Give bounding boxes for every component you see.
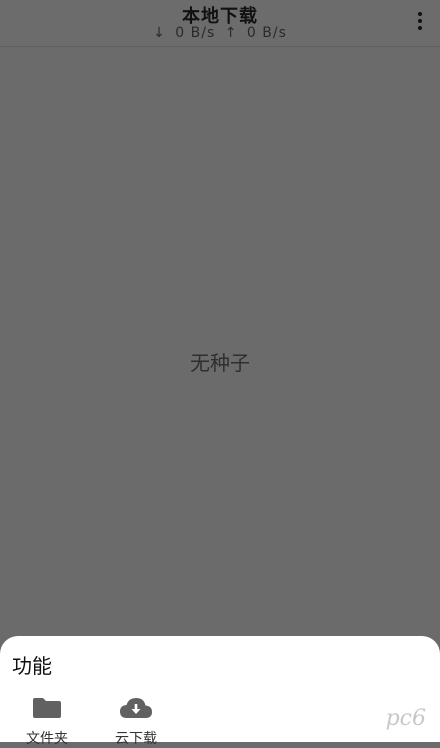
upload-arrow-icon: ↑ [224, 25, 238, 41]
cloud-download-icon [101, 696, 171, 720]
transfer-speeds: ↓ 0 B/s ↑ 0 B/s [0, 25, 440, 41]
more-vert-icon[interactable] [410, 9, 430, 33]
sheet-title: 功能 [12, 654, 52, 678]
folder-button[interactable]: 文件夹 [12, 696, 82, 748]
cloud-download-label: 云下载 [115, 731, 157, 747]
function-bottom-sheet: 功能 文件夹 云下载 pc6 [0, 636, 440, 747]
download-arrow-icon: ↓ [153, 25, 166, 41]
app-header: 本地下载 ↓ 0 B/s ↑ 0 B/s [0, 0, 440, 47]
download-speed: 0 B/s [175, 25, 216, 41]
empty-state-text: 无种子 [190, 351, 250, 375]
folder-label: 文件夹 [26, 731, 68, 747]
cloud-download-button[interactable]: 云下载 [101, 696, 171, 748]
watermark-logo: pc6 [385, 706, 426, 731]
upload-speed: 0 B/s [246, 25, 287, 41]
folder-icon [12, 696, 82, 720]
